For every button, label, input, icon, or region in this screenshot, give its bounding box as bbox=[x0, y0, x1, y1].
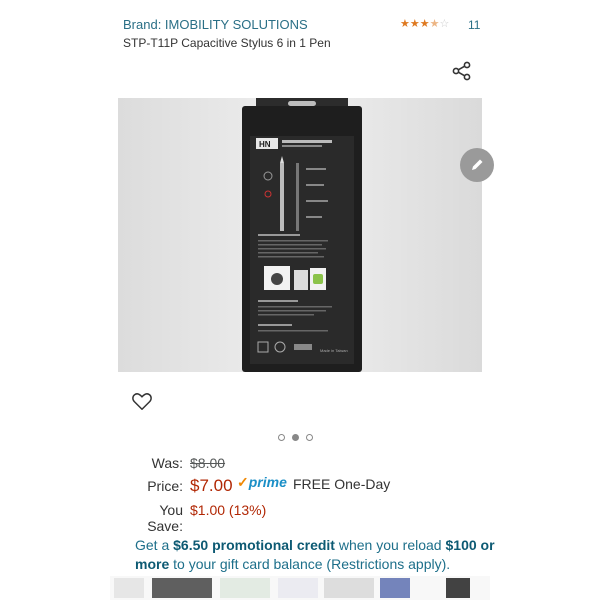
edit-button[interactable] bbox=[460, 148, 494, 182]
star-half-icon: ★ bbox=[429, 18, 440, 30]
thumbnail[interactable] bbox=[446, 578, 470, 598]
promo-credit: $6.50 promotional credit bbox=[173, 537, 335, 553]
was-label: Was: bbox=[151, 455, 183, 471]
thumbnail[interactable] bbox=[380, 578, 410, 598]
star-icon: ★ bbox=[400, 18, 410, 30]
save-amount: $1.00 (13%) bbox=[190, 502, 267, 518]
star-empty-icon: ☆ bbox=[439, 18, 450, 30]
delivery-text: FREE One-Day bbox=[293, 476, 391, 492]
check-icon: ✓ bbox=[237, 474, 249, 490]
thumbnail[interactable] bbox=[220, 578, 270, 598]
star-rating[interactable]: ★ ★ ★ ★ ☆ bbox=[400, 18, 449, 30]
thumbnail[interactable] bbox=[152, 578, 212, 598]
thumbnail-strip[interactable] bbox=[110, 576, 490, 600]
prime-label: prime bbox=[248, 474, 287, 490]
promo-message[interactable]: Get a $6.50 promotional credit when you … bbox=[135, 536, 495, 574]
price-label: Price: bbox=[147, 478, 183, 494]
was-price: $8.00 bbox=[190, 455, 226, 471]
carousel-dot[interactable] bbox=[278, 434, 285, 441]
thumbnail[interactable] bbox=[278, 578, 318, 598]
share-icon[interactable] bbox=[451, 60, 473, 82]
brand-link[interactable]: Brand: IMOBILITY SOLUTIONS bbox=[123, 17, 308, 32]
heart-icon[interactable] bbox=[131, 390, 153, 412]
save-label: You Save: bbox=[147, 502, 183, 534]
carousel-dot-active[interactable] bbox=[292, 434, 299, 441]
star-icon: ★ bbox=[409, 18, 420, 30]
carousel-dot[interactable] bbox=[306, 434, 313, 441]
prime-badge[interactable]: ✓prime bbox=[237, 474, 287, 491]
thumbnail[interactable] bbox=[114, 578, 144, 598]
edit-icon bbox=[472, 159, 483, 170]
product-image[interactable]: HN Made in Taiwan bbox=[118, 98, 482, 372]
star-icon: ★ bbox=[419, 18, 430, 30]
thumbnail[interactable] bbox=[324, 578, 374, 598]
product-title: STP-T11P Capacitive Stylus 6 in 1 Pen bbox=[123, 36, 331, 50]
package-logo: HN bbox=[259, 140, 271, 149]
rating-count[interactable]: 11 bbox=[468, 18, 480, 32]
current-price: $7.00 bbox=[190, 476, 233, 495]
package-made-in: Made in Taiwan bbox=[320, 348, 348, 353]
stylus-package-image: HN Made in Taiwan bbox=[118, 98, 482, 372]
carousel-dots bbox=[278, 434, 313, 441]
